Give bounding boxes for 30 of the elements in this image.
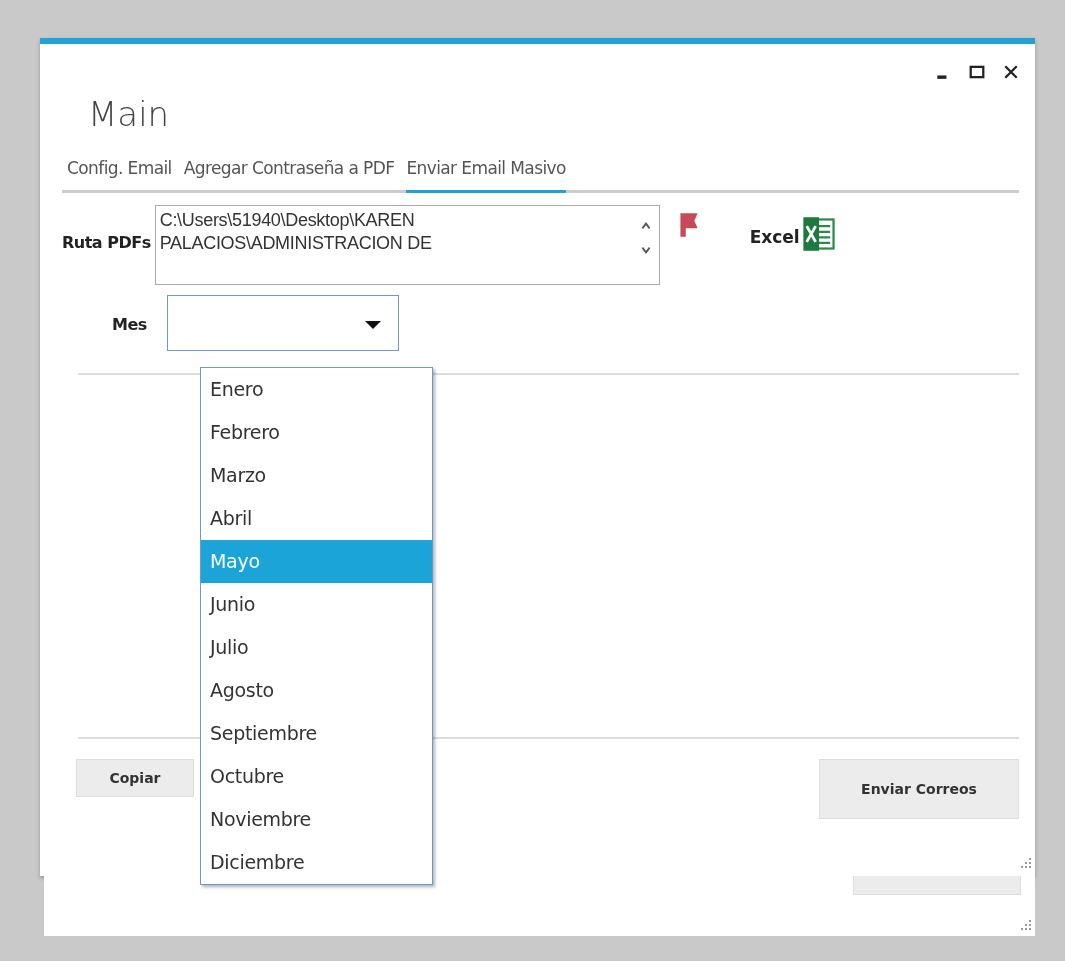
resize-grip-icon[interactable] xyxy=(1021,858,1031,868)
maximize-icon[interactable] xyxy=(969,64,985,80)
tab[interactable]: Config. Email xyxy=(67,152,172,193)
field-label: Mes xyxy=(112,315,147,334)
field-label: Ruta PDFs xyxy=(62,233,151,252)
month-option[interactable]: Diciembre xyxy=(201,841,432,884)
month-option[interactable]: Junio xyxy=(201,583,432,626)
spreadsheet-icon[interactable] xyxy=(801,215,836,253)
resize-grip-icon[interactable] xyxy=(1021,920,1031,930)
month-option[interactable]: Octubre xyxy=(201,755,432,798)
excel-label: Excel xyxy=(749,227,800,247)
window-title: Main xyxy=(88,94,171,136)
caret-icon xyxy=(363,320,382,330)
scroll-up-icon[interactable] xyxy=(639,221,652,231)
month-option[interactable]: Marzo xyxy=(201,454,432,497)
month-option[interactable]: Julio xyxy=(201,626,432,669)
month-option[interactable]: Septiembre xyxy=(201,712,432,755)
month-option[interactable]: Abril xyxy=(201,497,432,540)
tab[interactable]: Agregar Contraseña a PDF xyxy=(183,152,395,193)
send-button[interactable]: Enviar Correos xyxy=(819,759,1019,819)
scroll-down-icon[interactable] xyxy=(639,245,652,255)
copy-button[interactable]: Copiar xyxy=(76,759,194,797)
month-option[interactable]: Febrero xyxy=(201,411,432,454)
month-option[interactable]: Agosto xyxy=(201,669,432,712)
month-option[interactable]: Noviembre xyxy=(201,798,432,841)
month-dropdown[interactable] xyxy=(166,295,399,351)
month-option[interactable]: Enero xyxy=(201,368,432,411)
path-field[interactable]: C:\Users\51940\Desktop\KAREN PALACIOS\ADMINISTRACION DE xyxy=(154,205,660,285)
close-icon[interactable] xyxy=(1003,64,1019,80)
tab[interactable]: Enviar Email Masivo xyxy=(406,152,566,193)
